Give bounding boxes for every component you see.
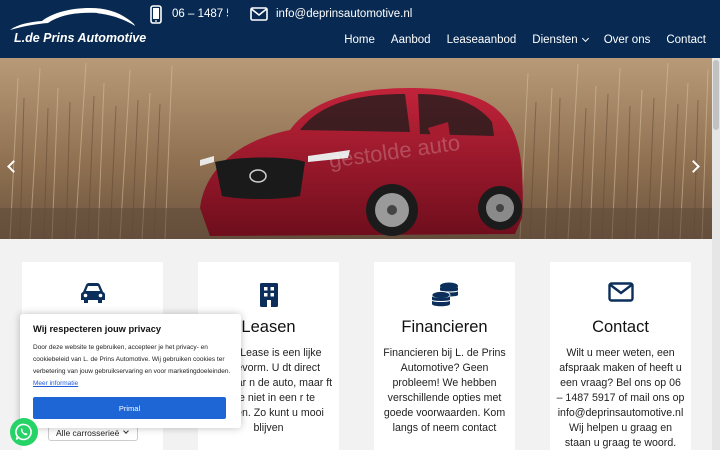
cookie-accept-button[interactable]: Primal (33, 397, 226, 419)
service-card-contact[interactable]: Contact Wilt u meer weten, een afspraak … (550, 262, 691, 450)
cookie-consent-popup: Wij respecteren jouw privacy Door deze w… (20, 314, 241, 428)
envelope-icon (607, 282, 634, 302)
building-icon (259, 283, 278, 307)
car-silhouette-logo-icon (10, 8, 135, 30)
cookie-title: Wij respecteren jouw privacy (33, 324, 162, 334)
site-logo[interactable]: L.de Prins Automotive (8, 4, 146, 50)
whatsapp-button[interactable] (10, 418, 38, 446)
hero-slider: gestolde auto (0, 58, 712, 239)
nav-leaseaanbod[interactable]: Leaseaanbod (447, 34, 517, 46)
nav-label: Contact (666, 34, 706, 46)
card-title: Contact (592, 318, 649, 336)
nav-home[interactable]: Home (344, 34, 375, 46)
cookie-body: Door deze website te gebruiken, acceptee… (33, 342, 233, 390)
nav-label: Over ons (603, 34, 651, 46)
logo-text: L.de Prins Automotive (14, 31, 147, 45)
service-card-financieren[interactable]: Financieren Financieren bij L. de Prins … (374, 262, 515, 450)
header-phone[interactable]: 06 – 1487 5917 (148, 4, 228, 24)
cookie-body-text: Door deze website te gebruiken, acceptee… (33, 344, 231, 375)
card-text: Wilt u meer weten, een afspraak maken of… (556, 347, 685, 449)
nav-contact[interactable]: Contact (666, 34, 706, 46)
coins-icon (431, 282, 458, 307)
card-text: Financieren bij L. de Prins Automotive? … (383, 347, 506, 434)
site-header: L.de Prins Automotive 06 – 1487 5917 inf… (0, 0, 720, 58)
envelope-icon (250, 7, 268, 21)
hero-car-photo: gestolde auto (0, 58, 712, 239)
scrollbar-thumb[interactable] (713, 60, 719, 130)
page: L.de Prins Automotive 06 – 1487 5917 inf… (0, 0, 720, 450)
body-type-select-value: Alle carrosserieë (56, 428, 120, 438)
chevron-down-icon (123, 428, 129, 434)
nav-aanbod[interactable]: Aanbod (391, 34, 431, 46)
phone-icon (150, 5, 162, 24)
card-title: Financieren (401, 318, 488, 336)
nav-label: Leaseaanbod (446, 34, 517, 46)
cookie-more-info-link[interactable]: Meer informatie (33, 380, 78, 387)
nav-label: Diensten (532, 34, 578, 46)
nav-over-ons[interactable]: Over ons (604, 34, 651, 46)
nav-label: Home (344, 34, 375, 46)
nav-diensten[interactable]: Diensten (532, 34, 589, 46)
whatsapp-icon (15, 423, 32, 441)
email-address: info@deprinsautomotive.nl (276, 8, 413, 20)
chevron-down-icon (581, 34, 589, 43)
nav-label: Aanbod (390, 34, 431, 46)
phone-number: 06 – 1487 5917 (172, 8, 228, 20)
car-icon (80, 283, 105, 303)
main-nav: Home Aanbod Leaseaanbod Diensten Over on… (328, 34, 706, 46)
page-scrollbar[interactable] (712, 58, 720, 450)
